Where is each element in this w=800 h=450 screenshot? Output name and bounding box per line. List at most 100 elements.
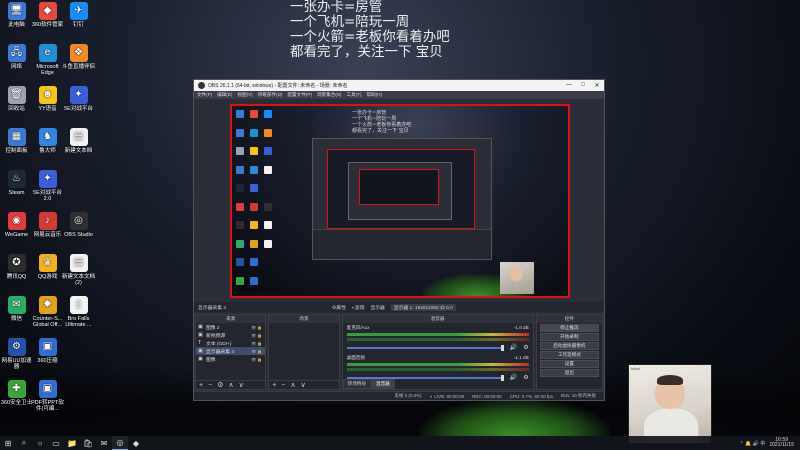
remove-source-icon[interactable]: −	[208, 382, 212, 389]
maximize-icon[interactable]: □	[576, 82, 590, 89]
desktop-icon[interactable]: ▣ PDF转PPT软件(可编...	[31, 380, 64, 412]
source-item[interactable]: ▣ 显示器采集 3 👁 🔒	[196, 347, 266, 355]
preview-desktop-icon	[236, 147, 244, 155]
desktop-icon[interactable]: ♪ 网易云音乐	[31, 212, 64, 238]
visibility-lock-icon[interactable]: 👁 🔒	[251, 357, 262, 362]
desktop-icon[interactable]: ▯ Bro Falls Ultimate ...	[62, 296, 95, 328]
move-down-icon[interactable]: ∨	[239, 381, 244, 389]
desktop-icon[interactable]: ⚙ 网易UU加速器	[0, 338, 33, 370]
start-recording-button[interactable]: 开始录制	[539, 333, 600, 341]
source-item[interactable]: ▣ 新视频源 👁 🔒	[196, 331, 265, 339]
tab-mixer[interactable]: 混音器	[370, 379, 395, 389]
menu-item[interactable]: 帮助(H)	[367, 92, 383, 98]
taskbar-app-icon[interactable]: ⊞	[0, 436, 16, 450]
speaker-icon[interactable]: 🔊	[510, 374, 517, 381]
desktop-icon[interactable]: ✸ Counter-S... Global Off...	[31, 296, 64, 328]
visibility-lock-icon[interactable]: 👁 🔒	[251, 341, 262, 346]
studio-mode-button[interactable]: 工作室模式	[539, 351, 600, 359]
desktop-icon[interactable]: ▤ 新建文本文档 (2)	[62, 254, 95, 286]
exit-button[interactable]: 退出	[539, 369, 600, 377]
clock[interactable]: 16:59 2021/11/15	[769, 437, 794, 449]
overlay-line: 一个飞机=陪玩一周	[290, 14, 410, 30]
move-up-icon[interactable]: ∧	[228, 381, 233, 389]
preview-desktop-icon	[236, 221, 244, 229]
desktop-app-icon: ◆	[38, 2, 57, 20]
desktop-icon-label: PDF转PPT软件(可编...	[31, 400, 64, 412]
volume-slider[interactable]	[346, 344, 505, 351]
minimize-icon[interactable]: —	[562, 82, 576, 89]
tab-transitions[interactable]: 转场特效	[342, 379, 371, 389]
desktop-icon[interactable]: ◎ OBS Studio	[62, 212, 95, 238]
desktop-icon[interactable]: ♞ 鲁大师	[31, 128, 64, 154]
virtual-camera-button[interactable]: 启动虚拟摄像机	[539, 342, 600, 350]
settings-button[interactable]: 设置	[539, 360, 600, 368]
desktop-icon[interactable]: ◆ 360软件管家	[31, 2, 64, 28]
display-select[interactable]: 显示器 1: 1920x1080 @ 0,0	[390, 303, 456, 311]
taskbar-app-icon[interactable]: ◎	[112, 436, 128, 450]
desktop-icon[interactable]: ▦ 控制面板	[0, 128, 33, 154]
gear-icon[interactable]: ⚙	[523, 344, 528, 351]
menu-item[interactable]: 场景集合(S)	[317, 92, 342, 98]
desktop-icon[interactable]: e Microsoft Edge	[31, 44, 64, 76]
source-item[interactable]: ▣ 图像 2 👁 🔒	[196, 323, 265, 331]
desktop-icon[interactable]: 🖧 网络	[0, 44, 33, 70]
cpu-fps: CPU: 0.7%, 60.00 fps	[509, 393, 553, 399]
desktop-icon[interactable]: ▣ 360压缩	[31, 338, 64, 364]
obs-preview[interactable]: 一张办卡=房管 一个飞机=陪玩一周 一个火箭=老板你看着办吧 都看完了，关注一下…	[230, 104, 570, 298]
obs-menubar: 文件(F) 编辑(E) 视图(V) 停靠部件(D) 配置文件(P) 场景集合(S) 工具(T…	[194, 91, 604, 99]
menu-item[interactable]: 配置文件(P)	[287, 92, 312, 98]
desktop-icon[interactable]: ✉ 微信	[0, 296, 33, 322]
taskbar: ⊞ ⌕ ○ ▭ 📁 🛍 ✉ ◎ ◆ ⌃ 🔔 🔊 中 16:59 2021/11/15	[0, 436, 800, 450]
menu-item[interactable]: 视图(V)	[237, 92, 252, 98]
tray-icons[interactable]: ⌃ 🔔 🔊 中	[740, 440, 766, 447]
desktop-icon[interactable]: ✚ 360安全卫士	[0, 380, 33, 406]
move-down-icon[interactable]: ∨	[301, 381, 306, 389]
desktop-icon[interactable]: ☻ YY语音	[31, 86, 64, 112]
visibility-lock-icon[interactable]: 👁 🔒	[251, 325, 262, 330]
desktop-icon[interactable]: ♛ QQ游戏	[31, 254, 64, 280]
source-type-icon: ▣	[198, 332, 203, 338]
visibility-lock-icon[interactable]: 👁 🔒	[251, 333, 262, 338]
desktop-icon[interactable]: ❖ 斗鱼直播伴侣	[62, 44, 95, 70]
menu-item[interactable]: 编辑(E)	[217, 92, 232, 98]
menu-item[interactable]: 停靠部件(D)	[258, 92, 283, 98]
remove-scene-icon[interactable]: −	[281, 382, 285, 389]
gear-icon[interactable]: ⚙	[217, 381, 223, 389]
close-icon[interactable]: ✕	[590, 82, 604, 89]
add-scene-icon[interactable]: +	[272, 382, 276, 389]
filters-button[interactable]: ◐滤镜	[352, 304, 365, 311]
taskbar-app-icon[interactable]: ✉	[96, 436, 112, 450]
taskbar-app-icon[interactable]: 🛍	[80, 436, 96, 450]
sources-list: ▣ 图像 2 👁 🔒 ▣ 新视频源 👁 🔒 T 文本 (GDI+) 👁 🔒 ▣ 显示器采集 3 👁 🔒…	[196, 323, 266, 363]
source-item[interactable]: ▣ 图像 👁 🔒	[196, 355, 265, 363]
desktop-icon[interactable]: ◉ WeGame	[0, 212, 33, 238]
obs-titlebar[interactable]: OBS 26.1.1 (64-bit, windows) - 配置文件: 未命名…	[194, 80, 604, 91]
properties-button[interactable]: ⚙属性	[332, 304, 346, 311]
stop-streaming-button[interactable]: 停止推流	[539, 324, 600, 332]
visibility-lock-icon[interactable]: 👁 🔒	[251, 349, 262, 354]
taskbar-app-icon[interactable]: 📁	[64, 436, 80, 450]
gear-icon[interactable]: ⚙	[523, 374, 528, 381]
speaker-icon[interactable]: 🔊	[510, 344, 517, 351]
webcam-label: bdbd	[631, 366, 640, 371]
nested-obs-window-2	[348, 162, 452, 220]
source-item[interactable]: T 文本 (GDI+) 👁 🔒	[196, 339, 265, 347]
desktop-icon[interactable]: 🗑 回收站	[0, 86, 33, 112]
desktop-icon[interactable]: ✈ 钉钉	[62, 2, 95, 28]
desktop-app-icon: ✪	[7, 254, 26, 272]
add-source-icon[interactable]: +	[199, 382, 203, 389]
taskbar-app-icon[interactable]: ◆	[128, 436, 144, 450]
taskbar-app-icon[interactable]: ○	[32, 436, 48, 450]
desktop-icon[interactable]: ▤ 新建文本档	[62, 128, 95, 154]
menu-item[interactable]: 文件(F)	[197, 92, 212, 98]
menu-item[interactable]: 工具(T)	[346, 92, 361, 98]
taskbar-app-icon[interactable]: ▭	[48, 436, 64, 450]
desktop-icon[interactable]: 🖥 此电脑	[0, 2, 33, 28]
taskbar-app-icon[interactable]: ⌕	[16, 436, 32, 450]
desktop-icon[interactable]: ✦ 5E对战平台	[62, 86, 95, 112]
desktop-icon[interactable]: ♨ Steam	[0, 170, 33, 196]
move-up-icon[interactable]: ∧	[290, 381, 295, 389]
preview-webcam	[500, 262, 534, 294]
desktop-icon[interactable]: ✪ 腾讯QQ	[0, 254, 33, 280]
desktop-icon[interactable]: ✦ 5E对战平台 2.0	[31, 170, 64, 202]
